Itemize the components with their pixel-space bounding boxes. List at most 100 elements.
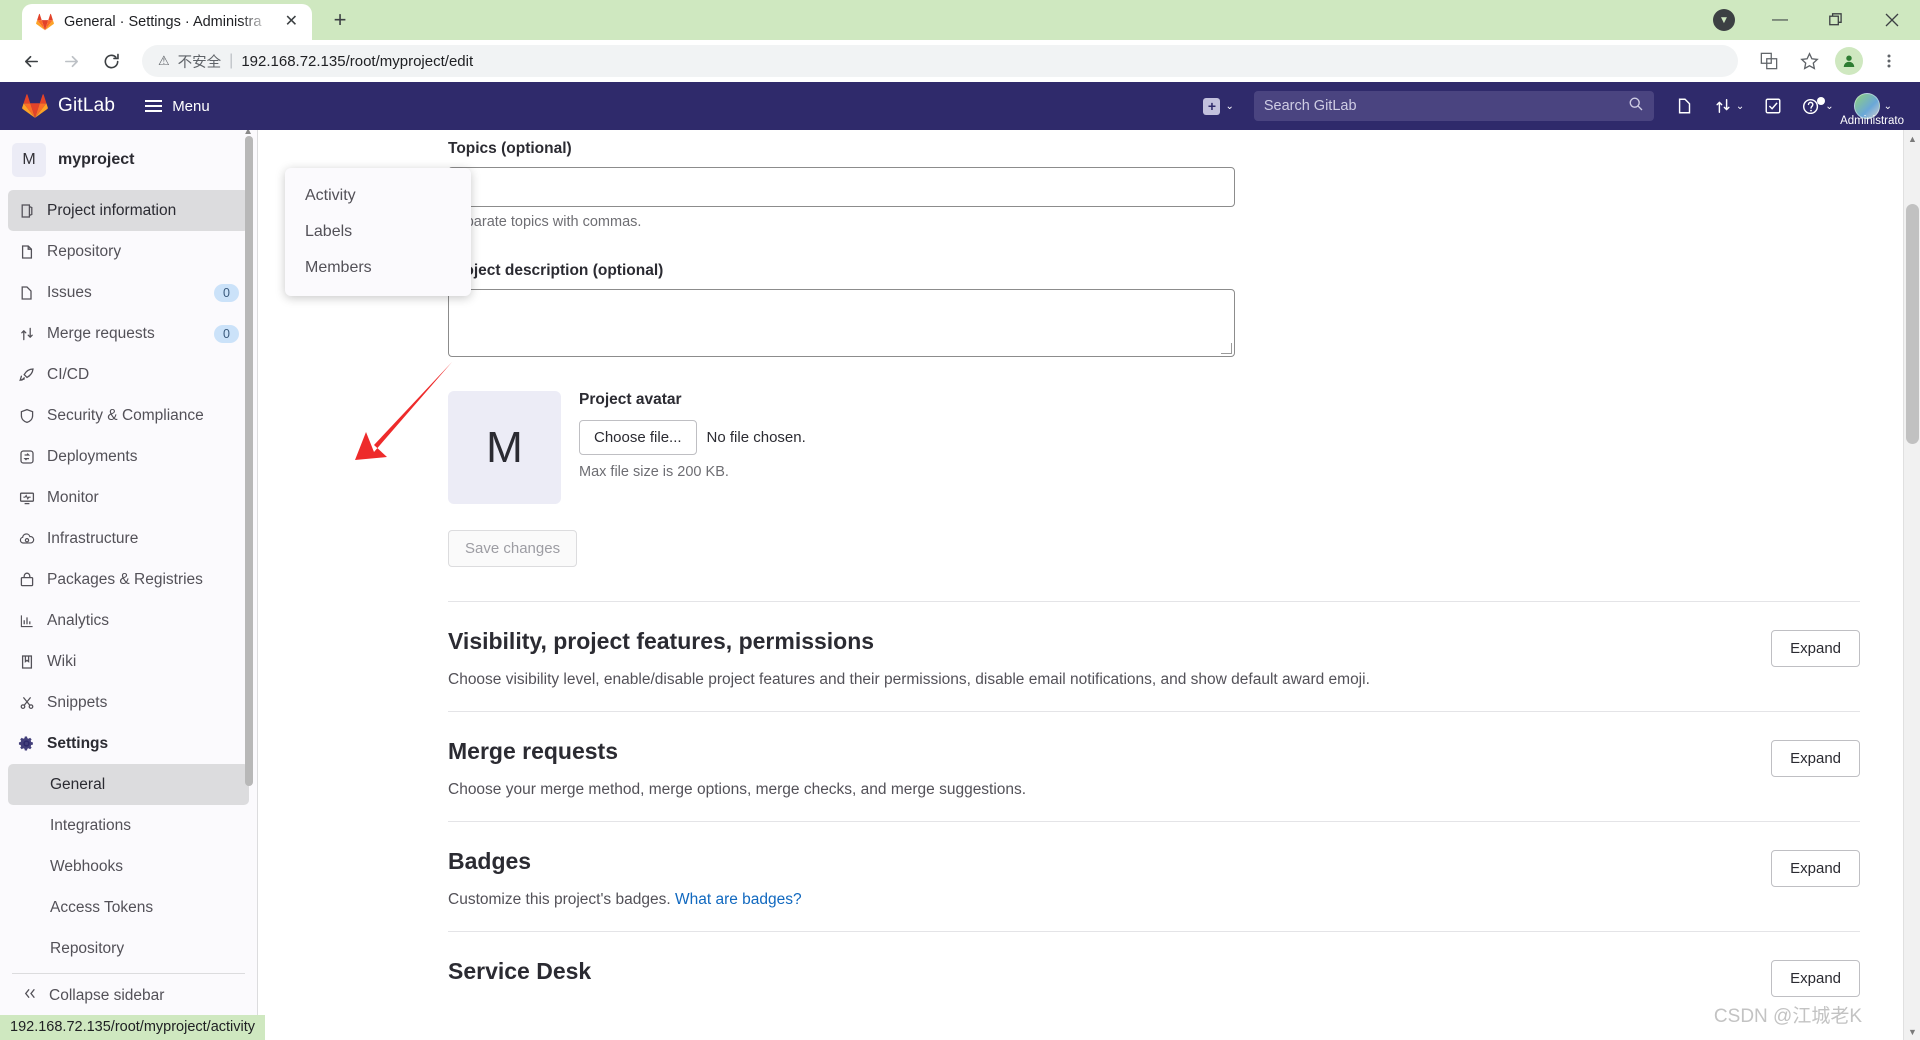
project-sidebar: M myproject Project information Reposito… (0, 130, 258, 1040)
browser-titlebar: General · Settings · Administra ✕ + ▼ — (0, 0, 1920, 40)
flyout-item-activity[interactable]: Activity (285, 178, 471, 214)
choose-file-button[interactable]: Choose file... (579, 420, 697, 455)
sidebar-item-infrastructure[interactable]: Infrastructure (8, 518, 249, 559)
create-new-button[interactable]: + ⌄ (1197, 92, 1239, 121)
window-controls: ▼ — (1696, 0, 1920, 40)
status-bar-link-preview: 192.168.72.135/root/myproject/activity (0, 1015, 266, 1040)
sidebar-item-label: Deployments (47, 447, 138, 465)
scroll-up-icon[interactable]: ▲ (1904, 130, 1920, 147)
project-header[interactable]: M myproject (0, 130, 257, 190)
sidebar-subitem-label: General (50, 775, 106, 793)
project-information-flyout-menu: Activity Labels Members (285, 168, 471, 296)
forward-button[interactable] (54, 44, 88, 78)
help-icon[interactable]: ⌄ (1794, 91, 1841, 122)
close-icon[interactable]: ✕ (281, 12, 302, 32)
sidebar-item-packages-registries[interactable]: Packages & Registries (8, 559, 249, 600)
project-description-textarea[interactable] (448, 289, 1235, 357)
expand-button[interactable]: Expand (1771, 630, 1860, 667)
sidebar-scrollbar[interactable]: ▲ (243, 130, 253, 786)
new-tab-button[interactable]: + (326, 6, 354, 34)
expand-button[interactable]: Expand (1771, 740, 1860, 777)
project-avatar-preview: M (448, 391, 561, 504)
page-scrollbar[interactable]: ▲ ▼ (1903, 130, 1920, 1040)
sidebar-item-snippets[interactable]: Snippets (8, 682, 249, 723)
gitlab-home-link[interactable]: GitLab (14, 93, 123, 119)
close-window-button[interactable] (1864, 0, 1920, 40)
flyout-item-labels[interactable]: Labels (285, 214, 471, 250)
translate-icon[interactable] (1752, 44, 1786, 78)
address-bar[interactable]: ⚠ 不安全 | 192.168.72.135/root/myproject/ed… (142, 45, 1738, 77)
maximize-button[interactable] (1808, 0, 1864, 40)
scroll-down-icon[interactable]: ▼ (1904, 1023, 1920, 1040)
user-menu-button[interactable]: ⌄ Administrato (1840, 87, 1906, 127)
sidebar-item-security-compliance[interactable]: Security & Compliance (8, 395, 249, 436)
gitlab-top-navbar: GitLab Menu + ⌄ Search GitLab ⌄ ⌄ ⌄ Admi… (0, 82, 1920, 130)
max-file-size-label: Max file size is 200 KB. (579, 464, 729, 480)
topics-label: Topics (optional) (448, 140, 572, 157)
update-available-icon[interactable]: ▼ (1696, 0, 1752, 40)
reload-button[interactable] (94, 44, 128, 78)
sidebar-item-project-information[interactable]: Project information (8, 190, 249, 231)
sidebar-item-wiki[interactable]: Wiki (8, 641, 249, 682)
sidebar-item-monitor[interactable]: Monitor (8, 477, 249, 518)
chevron-down-icon: ⌄ (1225, 100, 1234, 112)
section-description: Customize this project's badges. What ar… (448, 891, 1731, 909)
save-changes-button[interactable]: Save changes (448, 530, 578, 567)
sidebar-item-settings-webhooks[interactable]: Webhooks (8, 846, 249, 887)
sidebar-item-settings-repository[interactable]: Repository (8, 928, 249, 969)
merge-requests-count-badge: 0 (214, 324, 239, 343)
gitlab-favicon-icon (36, 13, 54, 31)
collapse-sidebar-button[interactable]: Collapse sidebar (0, 974, 257, 1018)
sidebar-item-label: Security & Compliance (47, 406, 204, 424)
project-avatar: M (12, 143, 46, 177)
main-menu-label: Menu (172, 97, 210, 115)
project-avatar-label: Project avatar (579, 391, 682, 408)
sidebar-item-label: Repository (47, 242, 122, 260)
sidebar-item-settings-general[interactable]: General (8, 764, 249, 805)
expand-button[interactable]: Expand (1771, 960, 1860, 997)
sidebar-item-label: Snippets (47, 693, 108, 711)
gitlab-brand-label: GitLab (58, 95, 116, 116)
flyout-item-members[interactable]: Members (285, 250, 471, 286)
sidebar-item-deployments[interactable]: Deployments (8, 436, 249, 477)
todos-icon[interactable] (1756, 91, 1790, 121)
search-input[interactable]: Search GitLab (1253, 91, 1654, 121)
scroll-up-icon[interactable]: ▲ (243, 130, 253, 137)
sidebar-subitem-label: Access Tokens (50, 898, 154, 916)
chrome-menu-icon[interactable] (1872, 44, 1906, 78)
what-are-badges-link[interactable]: What are badges? (675, 891, 802, 908)
rocket-icon (18, 366, 35, 383)
sidebar-item-analytics[interactable]: Analytics (8, 600, 249, 641)
merge-requests-icon[interactable]: ⌄ (1706, 91, 1752, 121)
sidebar-item-issues[interactable]: Issues 0 (8, 272, 249, 313)
sidebar-item-cicd[interactable]: CI/CD (8, 354, 249, 395)
sidebar-item-settings-integrations[interactable]: Integrations (8, 805, 249, 846)
back-button[interactable] (14, 44, 48, 78)
sidebar-item-label: Merge requests (47, 324, 155, 342)
shield-icon (18, 407, 35, 424)
section-title: Visibility, project features, permission… (448, 628, 875, 654)
avatar-file-row: Choose file... No file chosen. (579, 420, 806, 455)
sidebar-item-repository[interactable]: Repository (8, 231, 249, 272)
sidebar-item-label: Packages & Registries (47, 570, 203, 588)
main-menu-button[interactable]: Menu (145, 98, 210, 115)
sidebar-item-label: Analytics (47, 611, 110, 629)
not-secure-warning-icon: ⚠ (158, 53, 170, 68)
browser-tab[interactable]: General · Settings · Administra ✕ (22, 4, 312, 40)
expand-button[interactable]: Expand (1771, 850, 1860, 887)
sidebar-item-settings-access-tokens[interactable]: Access Tokens (8, 887, 249, 928)
issues-icon[interactable] (1668, 91, 1702, 121)
scrollbar-thumb[interactable] (1906, 204, 1919, 444)
settings-main-content: Topics (optional) Separate topics with c… (258, 130, 1920, 1040)
profile-avatar-button[interactable] (1832, 44, 1866, 78)
omnibox-divider: | (229, 52, 234, 69)
bookmark-star-icon[interactable] (1792, 44, 1826, 78)
sidebar-item-label: Issues (47, 283, 92, 301)
topics-input[interactable] (448, 167, 1235, 207)
chevron-down-icon: ⌄ (1883, 100, 1892, 112)
section-description-text: Customize this project's badges. (448, 891, 671, 908)
minimize-button[interactable]: — (1752, 0, 1808, 40)
sidebar-item-settings[interactable]: Settings (8, 723, 249, 764)
sidebar-item-merge-requests[interactable]: Merge requests 0 (8, 313, 249, 354)
sidebar-subitem-label: Webhooks (50, 857, 123, 875)
